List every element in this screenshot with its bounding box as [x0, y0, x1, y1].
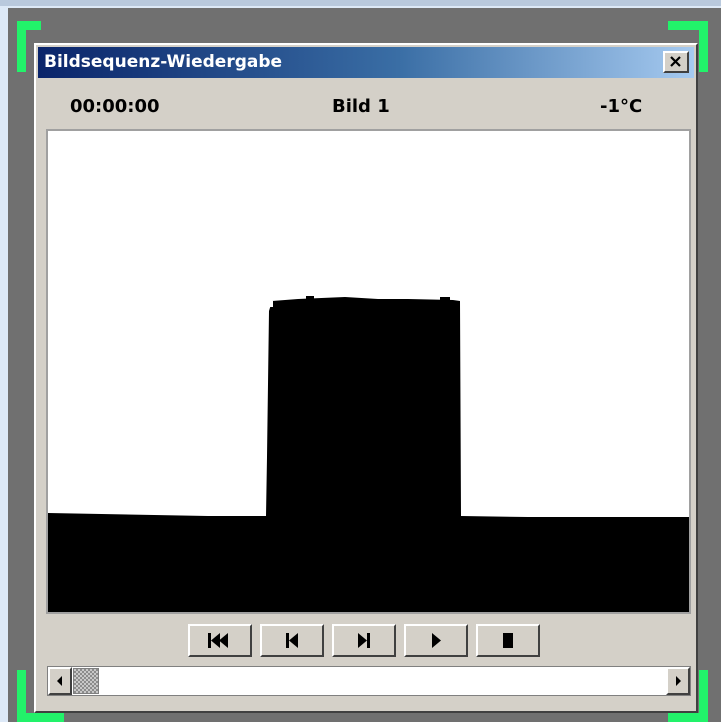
window-title: Bildsequenz-Wiedergabe — [44, 52, 283, 72]
rewind-to-start-button[interactable] — [188, 624, 252, 657]
stop-icon — [503, 633, 513, 648]
stop-button[interactable] — [476, 624, 540, 657]
time-display: 00:00:00 — [70, 96, 160, 117]
frame-display: Bild 1 — [332, 96, 390, 117]
play-icon — [432, 633, 441, 648]
frame-scrollbar[interactable] — [47, 666, 691, 696]
corner-marker-bottom-right-horizontal — [668, 713, 708, 722]
corner-marker-top-right-vertical — [699, 21, 708, 72]
scroll-right-button[interactable] — [666, 667, 690, 695]
arrow-left-icon — [57, 676, 62, 686]
corner-marker-bottom-left-horizontal — [17, 713, 64, 722]
close-button[interactable] — [663, 51, 689, 73]
close-icon — [670, 56, 681, 67]
play-button[interactable] — [404, 624, 468, 657]
temperature-display: -1°C — [600, 96, 643, 117]
step-back-icon — [286, 633, 298, 648]
scroll-left-button[interactable] — [48, 667, 72, 695]
corner-marker-top-left-vertical — [17, 21, 26, 72]
top-edge — [0, 0, 721, 6]
step-forward-icon — [358, 633, 370, 648]
step-back-button[interactable] — [260, 624, 324, 657]
title-bar[interactable]: Bildsequenz-Wiedergabe — [38, 47, 694, 78]
arrow-right-icon — [676, 676, 681, 686]
skip-to-start-icon — [208, 633, 228, 648]
image-viewport — [46, 129, 691, 614]
playback-window: Bildsequenz-Wiedergabe 00:00:00 Bild 1 -… — [34, 43, 698, 713]
sequence-frame-image — [48, 131, 689, 612]
scrollbar-thumb[interactable] — [73, 668, 99, 694]
step-forward-button[interactable] — [332, 624, 396, 657]
